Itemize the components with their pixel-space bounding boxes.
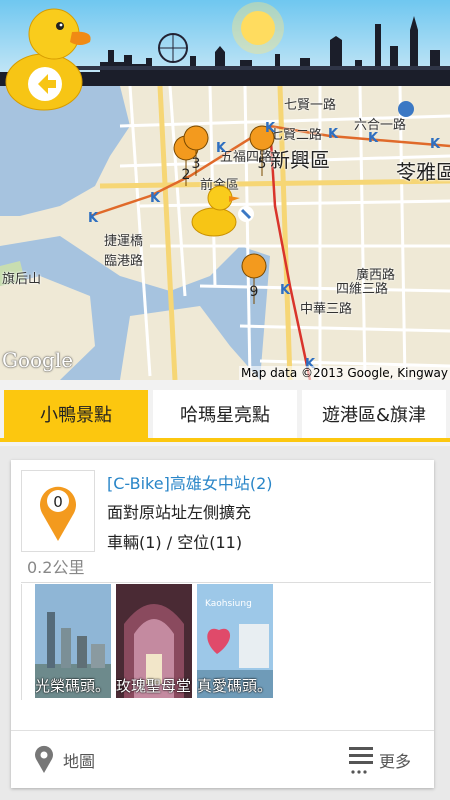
- station-card: 0 0.2公里 [C-Bike]高雄女中站(2) 面對原站址左側擴充 車輛(1)…: [11, 460, 434, 788]
- more-button-label: 更多: [379, 752, 412, 771]
- road-label: 六合一路: [354, 118, 407, 133]
- place-label: 旗后山: [2, 272, 42, 287]
- road-label: 廣西路: [356, 268, 396, 283]
- photo-caption: 玫瑰聖母堂: [116, 677, 192, 695]
- tab-duck-spots[interactable]: 小鴨景點: [4, 390, 148, 438]
- station-address: 面對原站址左側擴充: [107, 503, 252, 522]
- back-button[interactable]: [2, 2, 97, 114]
- svg-text:Kaohsiung: Kaohsiung: [205, 599, 252, 609]
- distance-text: 0.2公里: [27, 558, 85, 577]
- photo-caption: 真愛碼頭。: [197, 677, 273, 695]
- map-pin-icon: [35, 745, 53, 773]
- category-tabs: 小鴨景點 哈瑪星亮點 遊港區&旗津: [0, 380, 450, 446]
- station-title-link[interactable]: [C-Bike]高雄女中站(2): [107, 470, 273, 494]
- photo-caption: 光榮碼頭。: [35, 677, 111, 695]
- photo-thumbnail[interactable]: 光榮碼頭。: [35, 584, 111, 698]
- location-pin-icon: 0: [40, 486, 76, 541]
- district-label: 苓雅區: [396, 160, 450, 184]
- road-label: 七賢二路: [270, 128, 323, 143]
- divider: [11, 730, 434, 731]
- station-availability: 車輛(1) / 空位(11): [107, 533, 243, 552]
- pin-number: 0: [53, 493, 63, 511]
- tab-underline: [0, 438, 450, 442]
- divider: [21, 582, 431, 583]
- road-label: 七賢一路: [284, 98, 337, 113]
- divider: [21, 584, 22, 700]
- google-logo: Google: [2, 348, 74, 372]
- tab-hamasen-highlights[interactable]: 哈瑪星亮點: [153, 390, 297, 438]
- photo-thumbnail[interactable]: Kaohsiung 真愛碼頭。: [197, 584, 273, 698]
- map-button-label: 地圖: [63, 752, 96, 771]
- district-label: 新興區: [270, 148, 330, 172]
- menu-more-icon: [349, 747, 373, 774]
- duck-back-arrow-icon: [5, 8, 91, 111]
- place-label: 捷運橋: [104, 234, 144, 249]
- station-pin-box: 0: [21, 470, 95, 552]
- map-view[interactable]: 新興區 苓雅區 前金區 七賢一路 七賢二路 六合一路 中華三路 五福四路 四維三…: [0, 86, 450, 380]
- road-label: 中華三路: [300, 302, 353, 317]
- place-label: 臨港路: [104, 254, 144, 269]
- tab-harbor-cijin[interactable]: 遊港區&旗津: [302, 390, 446, 438]
- photo-thumbnail[interactable]: 玫瑰聖母堂: [116, 584, 192, 698]
- map-button[interactable]: 地圖: [33, 742, 95, 778]
- photo-strip: 光榮碼頭。 玫瑰聖母堂 Kaohsiung 真愛碼頭。: [11, 584, 434, 700]
- more-button[interactable]: 更多: [347, 742, 411, 778]
- district-label: 前金區: [200, 178, 240, 193]
- map-attribution[interactable]: Map data ©2013 Google, Kingway: [239, 366, 450, 380]
- road-label: 五福四路: [220, 150, 273, 165]
